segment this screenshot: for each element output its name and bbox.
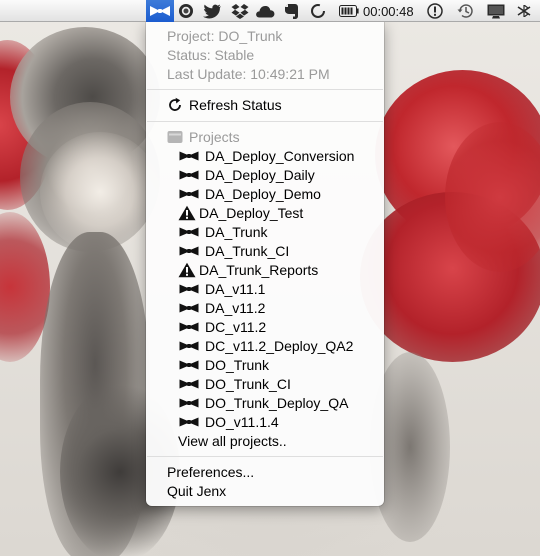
project-item[interactable]: DA_Trunk_CI <box>178 241 416 260</box>
preferences-item[interactable]: Preferences... <box>167 462 405 481</box>
projects-header: Projects <box>167 127 405 146</box>
status-info: Status: Stable <box>167 46 255 63</box>
bowtie-icon <box>178 241 200 260</box>
project-name: DA_Deploy_Conversion <box>205 147 355 164</box>
project-item[interactable]: DO_Trunk_Deploy_QA <box>178 393 416 412</box>
bluetooth-status-item[interactable] <box>514 0 534 22</box>
timer-readout: 00:00:48 <box>363 3 414 19</box>
battery-icon <box>339 5 359 17</box>
alert-icon <box>427 3 443 19</box>
folder-icon <box>167 130 183 144</box>
bowtie-icon <box>178 393 200 412</box>
spinner-circle-icon <box>310 3 326 19</box>
twitter-status-item[interactable] <box>201 0 223 22</box>
bowtie-icon <box>178 374 200 393</box>
project-name: DA_v11.2 <box>205 299 266 316</box>
project-name: DA_Deploy_Demo <box>205 185 321 202</box>
bowtie-icon <box>178 298 200 317</box>
project-item[interactable]: DO_Trunk <box>178 355 416 374</box>
warning-icon <box>178 203 196 222</box>
project-name: DO_Trunk_Deploy_QA <box>205 394 349 411</box>
project-name: DO_Trunk_CI <box>205 375 291 392</box>
bowtie-icon <box>178 279 200 298</box>
display-status-item[interactable] <box>485 0 507 22</box>
evernote-status-item[interactable] <box>281 0 301 22</box>
record-status-item[interactable] <box>176 0 196 22</box>
project-item[interactable]: DO_v11.1.4 <box>178 412 416 431</box>
project-name: DO_v11.1.4 <box>205 413 279 430</box>
alert-status-item[interactable] <box>425 0 445 22</box>
project-name: DC_v11.2 <box>205 318 267 335</box>
refresh-icon <box>167 97 183 113</box>
bowtie-icon <box>178 146 200 165</box>
project-info: Project: DO_Trunk <box>167 27 283 44</box>
bowtie-icon <box>178 165 200 184</box>
last-update-info: Last Update: 10:49:21 PM <box>167 65 330 82</box>
menu-bar: 00:00:48 <box>0 0 540 22</box>
quit-jenx-item[interactable]: Quit Jenx <box>167 481 405 500</box>
project-item[interactable]: DA_Deploy_Test <box>178 203 416 222</box>
bluetooth-icon <box>516 5 532 17</box>
project-item[interactable]: DC_v11.2 <box>178 317 416 336</box>
spinner-status-item[interactable] <box>308 0 328 22</box>
bowtie-icon <box>178 412 200 431</box>
project-name: DA_Trunk_Reports <box>199 261 319 278</box>
menu-separator <box>147 121 383 122</box>
refresh-status-label: Refresh Status <box>189 96 282 113</box>
project-item[interactable]: DA_Trunk <box>178 222 416 241</box>
bowtie-icon <box>178 184 200 203</box>
project-name: DO_Trunk <box>205 356 270 373</box>
jenx-bowtie-icon <box>149 5 171 17</box>
bowtie-icon <box>178 336 200 355</box>
bowtie-icon <box>178 317 200 336</box>
time-machine-icon <box>457 3 475 19</box>
project-item[interactable]: DA_Deploy_Daily <box>178 165 416 184</box>
cloud-icon <box>255 5 275 18</box>
bowtie-icon <box>178 222 200 241</box>
project-item[interactable]: DA_v11.2 <box>178 298 416 317</box>
view-all-projects-item[interactable]: View all projects.. <box>178 431 416 450</box>
project-item[interactable]: DC_v11.2_Deploy_QA2 <box>178 336 416 355</box>
time-machine-status-item[interactable] <box>455 0 477 22</box>
project-name: DA_Trunk <box>205 223 268 240</box>
menu-separator <box>147 456 383 457</box>
project-item[interactable]: DA_Trunk_Reports <box>178 260 416 279</box>
project-item[interactable]: DA_Deploy_Conversion <box>178 146 416 165</box>
evernote-icon <box>284 3 299 20</box>
twitter-bird-icon <box>202 4 222 19</box>
projects-header-label: Projects <box>189 128 240 145</box>
menu-separator <box>147 89 383 90</box>
bowtie-icon <box>178 355 200 374</box>
jenx-status-item[interactable] <box>146 0 174 22</box>
jenx-menu: Project: DO_Trunk Status: Stable Last Up… <box>146 22 384 506</box>
project-name: DA_Deploy_Daily <box>205 166 315 183</box>
dropbox-status-item[interactable] <box>229 0 251 22</box>
display-icon <box>487 4 505 19</box>
project-name: DA_Deploy_Test <box>199 204 304 221</box>
project-item[interactable]: DO_Trunk_CI <box>178 374 416 393</box>
record-icon <box>178 3 194 19</box>
timer-status-item[interactable]: 00:00:48 <box>339 0 417 22</box>
project-name: DA_Trunk_CI <box>205 242 290 259</box>
project-item[interactable]: DA_Deploy_Demo <box>178 184 416 203</box>
cloud-status-item[interactable] <box>254 0 276 22</box>
dropbox-icon <box>231 3 249 19</box>
refresh-status-item[interactable]: Refresh Status <box>167 95 405 114</box>
warning-icon <box>178 260 196 279</box>
project-name: DC_v11.2_Deploy_QA2 <box>205 337 354 354</box>
project-name: DA_v11.1 <box>205 280 266 297</box>
project-item[interactable]: DA_v11.1 <box>178 279 416 298</box>
